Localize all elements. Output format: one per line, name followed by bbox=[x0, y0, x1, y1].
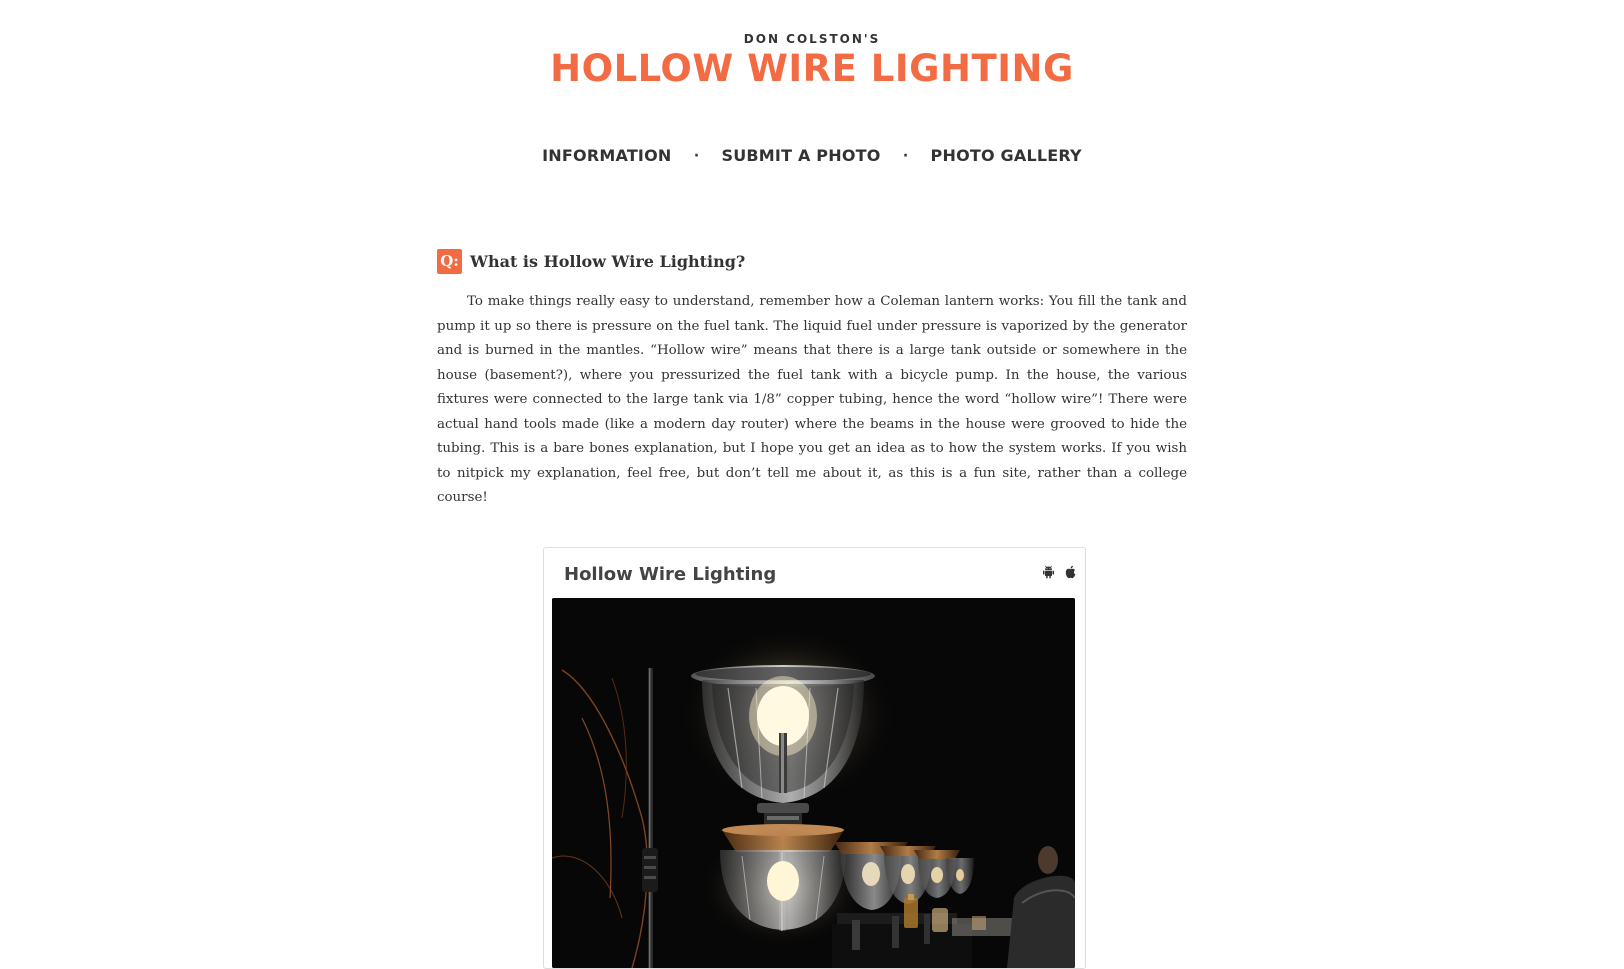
widget-title[interactable]: Hollow Wire Lighting bbox=[564, 564, 776, 585]
nav-item-photo-gallery[interactable]: PHOTO GALLERY bbox=[931, 146, 1082, 165]
main-nav: INFORMATION · SUBMIT A PHOTO · PHOTO GAL… bbox=[0, 146, 1624, 165]
site-title[interactable]: HOLLOW WIRE LIGHTING bbox=[0, 46, 1624, 92]
lantern-photo[interactable] bbox=[552, 598, 1075, 968]
main-content: Q: What is Hollow Wire Lighting? To make… bbox=[437, 248, 1187, 524]
nav-separator: · bbox=[693, 147, 700, 164]
question-heading: Q: What is Hollow Wire Lighting? bbox=[437, 248, 1187, 274]
question-text: What is Hollow Wire Lighting? bbox=[470, 251, 746, 271]
widget-icons bbox=[1042, 565, 1077, 579]
question-badge: Q: bbox=[437, 248, 462, 274]
photo-widget: Hollow Wire Lighting bbox=[543, 547, 1086, 969]
android-icon[interactable] bbox=[1042, 565, 1055, 579]
nav-item-information[interactable]: INFORMATION bbox=[542, 146, 671, 165]
site-kicker: DON COLSTON'S bbox=[743, 32, 881, 46]
lantern-photo-illustration bbox=[552, 598, 1075, 968]
answer-paragraph: To make things really easy to understand… bbox=[437, 294, 1187, 505]
nav-item-submit-a-photo[interactable]: SUBMIT A PHOTO bbox=[721, 146, 880, 165]
nav-separator: · bbox=[902, 147, 909, 164]
apple-icon[interactable] bbox=[1064, 565, 1077, 579]
